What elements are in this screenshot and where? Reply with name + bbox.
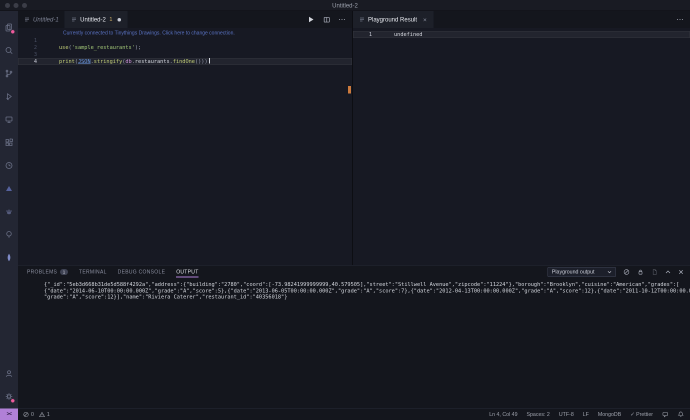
result-text: undefined	[376, 31, 422, 38]
source-control-icon[interactable]	[0, 62, 18, 85]
code-line-1[interactable]: 1	[18, 37, 352, 44]
error-count: 0	[31, 411, 34, 417]
left-tab-bar: Untitled-1 Untitled-21 ⋯	[18, 11, 352, 28]
code-line-3[interactable]: 3	[18, 51, 352, 58]
vscode-window: Untitled-2	[0, 0, 690, 420]
line-number: 1	[353, 31, 376, 38]
notifications-bell-icon[interactable]	[678, 411, 685, 418]
tab-label: Playground Result	[368, 16, 417, 23]
mongodb-leaf-icon[interactable]	[0, 246, 18, 269]
status-spaces-2[interactable]: Spaces: 2	[527, 411, 550, 417]
output-content[interactable]: {"_id":"5eb3d668b31de5d588f4292a","addre…	[18, 279, 690, 409]
tab-label: Untitled-2	[80, 16, 106, 23]
tab-label: Untitled-1	[33, 16, 59, 23]
panel-tab-label: OUTPUT	[176, 269, 198, 275]
lock-autoscroll-icon[interactable]	[637, 269, 644, 276]
remote-indicator[interactable]: ><	[0, 409, 18, 420]
settings-gear-icon[interactable]	[0, 385, 18, 408]
extensions-icon[interactable]	[0, 131, 18, 154]
output-channel-value: Playground output	[552, 269, 595, 275]
text-cursor	[209, 58, 210, 64]
open-log-file-icon[interactable]	[651, 269, 658, 276]
bottom-panel: PROBLEMS1 TERMINAL DEBUG CONSOLE OUTPUT Pla…	[18, 265, 690, 408]
more-actions-icon[interactable]: ⋯	[339, 15, 347, 24]
modified-dot-icon[interactable]	[117, 18, 121, 22]
output-line-3: "grade":"A","score":12}],"name":"Riviera…	[44, 294, 690, 300]
line-number: 2	[18, 44, 41, 51]
clear-output-icon[interactable]	[623, 269, 630, 276]
code-line-2[interactable]: 2use('sample_restaurants');	[18, 44, 352, 51]
errors-icon	[23, 411, 29, 417]
line-number: 4	[18, 58, 41, 65]
tab-problems-badge: 1	[109, 17, 112, 23]
panel-tab-label: TERMINAL	[79, 269, 107, 275]
run-playground-button[interactable]	[307, 16, 315, 24]
playground-file-icon	[359, 17, 365, 23]
panel-tab-label: DEBUG CONSOLE	[118, 269, 166, 275]
problems-status[interactable]: 0 1	[18, 411, 53, 417]
playground-editor[interactable]: Currently connected to Tinythings Drawin…	[18, 28, 352, 265]
overview-ruler-warning-mark	[348, 86, 351, 94]
paw-extension-icon[interactable]	[0, 200, 18, 223]
problems-count-badge: 1	[60, 269, 68, 275]
output-line-1: {"_id":"5eb3d668b31de5d588f4292a","addre…	[44, 282, 690, 288]
line-number: 1	[18, 37, 41, 44]
title-bar: Untitled-2	[0, 0, 690, 11]
chevron-down-icon	[608, 271, 612, 274]
explorer-icon[interactable]	[0, 16, 18, 39]
account-icon[interactable]	[0, 362, 18, 385]
settings-badge	[11, 399, 16, 404]
editor-group-playground: Untitled-1Untitled-21 ⋯	[18, 11, 353, 265]
status-lf[interactable]: LF	[583, 411, 589, 417]
tab-untitled-1[interactable]: Untitled-1	[18, 11, 65, 28]
close-tab-icon[interactable]: ×	[423, 16, 427, 23]
tab-untitled-2[interactable]: Untitled-21	[65, 11, 127, 28]
code-text: use('sample_restaurants');	[41, 44, 141, 51]
panel-tab-terminal[interactable]: TERMINAL	[79, 266, 107, 279]
more-actions-icon[interactable]: ⋯	[677, 15, 685, 24]
code-text	[41, 51, 59, 58]
window-title: Untitled-2	[0, 2, 690, 9]
close-panel-icon[interactable]	[678, 269, 684, 275]
tab-playground-result[interactable]: Playground Result ×	[353, 11, 433, 28]
editor-area: Untitled-1Untitled-21 ⋯	[18, 11, 690, 265]
activity-bar	[0, 11, 18, 408]
search-icon[interactable]	[0, 39, 18, 62]
explorer-badge	[11, 30, 16, 35]
playground-file-icon	[71, 17, 77, 23]
result-line-1[interactable]: 1undefined	[353, 31, 690, 38]
result-editor[interactable]: 1undefined	[353, 28, 690, 265]
split-editor-icon[interactable]	[323, 16, 331, 24]
feedback-icon[interactable]	[662, 411, 669, 418]
code-text	[41, 37, 59, 44]
right-tab-bar: Playground Result × ⋯	[353, 11, 690, 28]
editor-group-result: Playground Result × ⋯ 1undefined	[353, 11, 690, 265]
status-bar: >< 0 1 Ln 4, Col 49 Spaces: 2 UTF-8 LF Mongo…	[0, 408, 690, 420]
code-line-4[interactable]: 4print(JSON.stringify(db.restaurants.fin…	[18, 58, 352, 65]
maximize-panel-icon[interactable]	[665, 269, 671, 275]
code-text: print(JSON.stringify(db.restaurants.find…	[41, 58, 210, 65]
output-channel-select[interactable]: Playground output	[547, 267, 616, 277]
clock-extension-icon[interactable]	[0, 154, 18, 177]
panel-header: PROBLEMS1 TERMINAL DEBUG CONSOLE OUTPUT Pla…	[18, 266, 690, 279]
status-ln-4-col-49[interactable]: Ln 4, Col 49	[489, 411, 517, 417]
playground-file-icon	[24, 17, 30, 23]
triangle-extension-icon[interactable]	[0, 177, 18, 200]
status-utf-8[interactable]: UTF-8	[559, 411, 574, 417]
status-mongodb[interactable]: MongoDB	[598, 411, 621, 417]
run-debug-icon[interactable]	[0, 85, 18, 108]
panel-tab-label: PROBLEMS	[27, 269, 57, 275]
warning-count: 1	[47, 411, 50, 417]
panel-tab-problems[interactable]: PROBLEMS1	[27, 266, 68, 279]
warnings-icon	[39, 411, 45, 417]
line-number: 3	[18, 51, 41, 58]
remote-explorer-icon[interactable]	[0, 108, 18, 131]
status-prettier[interactable]: ✓ Prettier	[630, 411, 653, 417]
balloon-extension-icon[interactable]	[0, 223, 18, 246]
panel-tab-debug-console[interactable]: DEBUG CONSOLE	[118, 266, 166, 279]
connection-codelens[interactable]: Currently connected to Tinythings Drawin…	[18, 30, 352, 37]
panel-tab-output[interactable]: OUTPUT	[176, 266, 198, 279]
